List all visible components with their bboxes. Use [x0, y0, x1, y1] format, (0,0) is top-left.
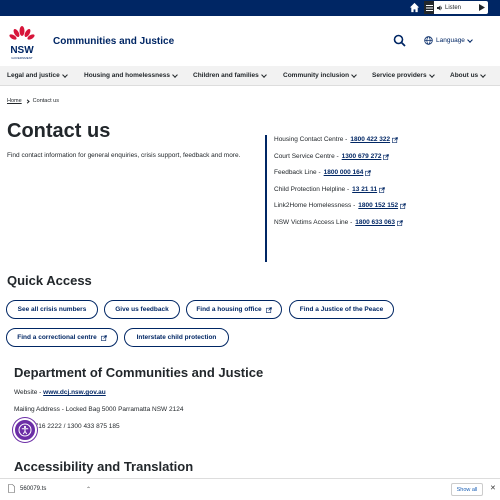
download-file-name: 560079.ts [20, 485, 47, 492]
language-selector[interactable]: Language [424, 36, 473, 45]
contact-item: Child Protection Helpline -13 21 11 [274, 186, 385, 193]
chevron-down-icon [480, 71, 487, 78]
contact-item: Link2Home Homelessness -1800 152 152 [274, 202, 406, 209]
quick-access-heading: Quick Access [7, 273, 92, 288]
listen-button[interactable]: Listen [424, 1, 488, 14]
contact-numbers-list: Housing Contact Centre -1800 422 322 Cou… [265, 135, 425, 262]
language-label: Language [436, 37, 465, 44]
department-heading: Department of Communities and Justice [14, 365, 264, 380]
chevron-down-icon [260, 71, 267, 78]
external-link-icon [400, 202, 406, 209]
breadcrumb-current: Contact us [32, 98, 59, 104]
nsw-logo[interactable]: NSW GOVERNMENT [7, 24, 37, 60]
nav-item-service-providers[interactable]: Service providers [372, 71, 435, 79]
home-icon[interactable] [409, 2, 420, 13]
chevron-down-icon [172, 71, 178, 78]
page-intro: Find contact information for general enq… [7, 152, 241, 159]
logo-subtext: GOVERNMENT [11, 56, 33, 60]
contact-item: NSW Victims Access Line -1800 633 063 [274, 219, 403, 226]
external-link-icon [365, 169, 372, 176]
page-title: Contact us [7, 120, 111, 142]
chevron-right-icon [25, 98, 30, 104]
nav-item-about-us[interactable]: About us [450, 71, 487, 79]
download-bar: 560079.ts ⌃ Show all ✕ [0, 478, 500, 500]
search-icon[interactable] [393, 34, 406, 47]
top-utility-bar: Listen [0, 0, 500, 16]
contact-number-link[interactable]: 1800 633 063 [355, 219, 395, 226]
feedback-button[interactable]: Give us feedback [104, 300, 180, 319]
chevron-down-icon [467, 36, 473, 43]
external-link-icon [379, 186, 385, 193]
nav-item-housing[interactable]: Housing and homelessness [84, 71, 178, 79]
menu-icon[interactable] [424, 1, 434, 14]
breadcrumb: Home Contact us [7, 98, 59, 104]
logo-text: NSW [10, 45, 34, 56]
accessibility-icon [18, 423, 32, 437]
nav-item-children-and-families[interactable]: Children and families [193, 71, 267, 79]
contact-number-link[interactable]: 1300 679 272 [342, 153, 382, 160]
breadcrumb-home-link[interactable]: Home [7, 98, 22, 104]
main-navigation: Legal and justice Housing and homelessne… [0, 66, 500, 86]
external-link-icon [397, 219, 403, 226]
justice-of-the-peace-button[interactable]: Find a Justice of the Peace [289, 300, 394, 319]
accessibility-widget-button[interactable] [13, 418, 37, 442]
chevron-down-icon [61, 71, 68, 78]
contact-number-link[interactable]: 1800 000 164 [324, 169, 364, 176]
listen-label: Listen [445, 4, 462, 11]
interstate-child-protection-button[interactable]: Interstate child protection [124, 328, 229, 347]
nav-item-legal-and-justice[interactable]: Legal and justice [7, 71, 68, 79]
accessibility-heading: Accessibility and Translation [14, 459, 194, 474]
play-icon[interactable] [477, 3, 486, 12]
external-link-icon [392, 136, 398, 143]
external-link-icon [383, 153, 390, 160]
website-line: Website - www.dcj.nsw.gov.au [14, 389, 106, 396]
chevron-up-icon[interactable]: ⌃ [86, 486, 91, 493]
speaker-icon [437, 5, 443, 10]
contact-item: Court Service Centre -1300 679 272 [274, 153, 390, 160]
mailing-address: Mailing Address - Locked Bag 5000 Parram… [14, 406, 184, 413]
website-link[interactable]: www.dcj.nsw.gov.au [43, 389, 106, 396]
contact-item: Housing Contact Centre -1800 422 322 [274, 136, 398, 143]
contact-number-link[interactable]: 1800 152 152 [358, 202, 398, 209]
chevron-down-icon [351, 71, 357, 78]
globe-icon [424, 36, 433, 45]
file-icon [8, 484, 15, 493]
show-all-button[interactable]: Show all [451, 483, 483, 496]
external-link-icon [100, 334, 107, 341]
contact-number-link[interactable]: 13 21 11 [352, 186, 377, 193]
contact-item: Feedback Line -1800 000 164 [274, 169, 372, 176]
correctional-centre-button[interactable]: Find a correctional centre [6, 328, 118, 347]
nav-item-community-inclusion[interactable]: Community inclusion [283, 71, 357, 79]
contact-number-link[interactable]: 1800 422 322 [350, 136, 390, 143]
crisis-numbers-button[interactable]: See all crisis numbers [6, 300, 98, 319]
external-link-icon [265, 306, 272, 313]
download-item[interactable]: 560079.ts [8, 484, 46, 493]
chevron-down-icon [428, 71, 435, 78]
close-icon[interactable]: ✕ [490, 484, 496, 492]
housing-office-button[interactable]: Find a housing office [186, 300, 282, 319]
site-name[interactable]: Communities and Justice [53, 36, 174, 47]
